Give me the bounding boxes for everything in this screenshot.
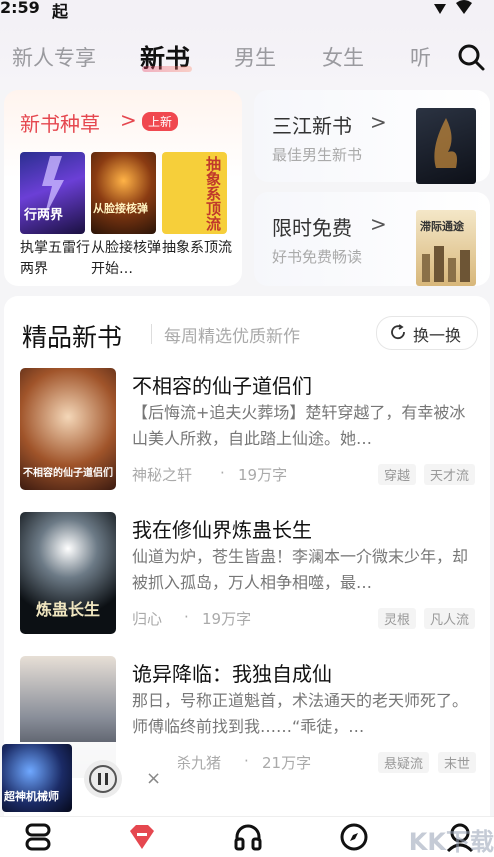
- book-word-count: 21万字: [262, 754, 312, 772]
- refresh-button[interactable]: 换一换: [376, 316, 478, 350]
- book-cover-text: 抽象系顶流: [204, 156, 222, 231]
- book-cover-text: 从脸接核弹: [93, 202, 148, 215]
- book-cover[interactable]: 抽象系顶流: [162, 152, 227, 234]
- book-caption: 抽象系顶流: [162, 240, 232, 256]
- book-caption: 从脸接核弹开始…: [91, 240, 161, 277]
- new-badge: 上新: [142, 112, 179, 131]
- pause-button[interactable]: [84, 760, 122, 798]
- chevron-right-icon: >: [120, 108, 137, 132]
- book-tag: 悬疑流: [378, 752, 430, 773]
- bookshelf-icon[interactable]: [22, 821, 54, 853]
- divider: [151, 324, 152, 344]
- headphones-icon[interactable]: [232, 821, 264, 853]
- section-title: 精品新书: [22, 323, 123, 352]
- book-cover: 滞际通途: [416, 210, 476, 286]
- book-cover-text: 不相容的仙子道侣们: [23, 468, 113, 479]
- tab-listen[interactable]: 听: [410, 42, 431, 72]
- mini-player[interactable]: 超神机械师 ×: [2, 742, 178, 814]
- signal-icon: [434, 0, 472, 14]
- featured-icon[interactable]: [126, 821, 158, 853]
- player-cover-text: 超神机械师: [4, 790, 59, 803]
- book-cover[interactable]: 从脸接核弹: [91, 152, 156, 234]
- refresh-label: 换一换: [413, 326, 462, 345]
- book-title: 诡异降临：我独自成仙: [132, 662, 332, 686]
- meta-dot: ·: [220, 464, 225, 482]
- city-icon: [422, 246, 470, 282]
- sanjiang-new-books-card[interactable]: 三江新书 > 最佳男生新书: [254, 90, 490, 184]
- limited-free-card[interactable]: 限时免费 > 好书免费畅读 滞际通途: [254, 192, 490, 286]
- book-tag: 凡人流: [424, 608, 476, 629]
- free-subtitle: 好书免费畅读: [272, 248, 363, 266]
- book-description: 仙道为炉，苍生皆蛊！李澜本一介微末少年，却被抓入孤岛，万人相争相噬，最…: [132, 547, 469, 592]
- book-word-count: 19万字: [202, 610, 252, 628]
- chevron-right-icon: >: [370, 110, 387, 134]
- player-cover[interactable]: 超神机械师: [2, 744, 72, 812]
- book-caption: 执掌五雷行两界: [20, 240, 90, 277]
- pause-icon: [89, 765, 117, 793]
- new-book-picks-title: 新书种草: [20, 112, 100, 136]
- flame-icon: [434, 118, 457, 168]
- tab-active-indicator: [142, 66, 192, 72]
- book-word-count: 19万字: [238, 466, 288, 484]
- book-tag: 天才流: [424, 464, 476, 485]
- tab-male[interactable]: 男生: [234, 42, 276, 72]
- book-cover: 炼蛊长生: [20, 512, 116, 634]
- book-description: 【后悔流+追夫火葬场】楚轩穿越了，有幸被冰山美人所救，自此踏上仙途。她…: [132, 403, 466, 448]
- featured-new-books-section: 精品新书 每周精选优质新作 换一换 不相容的仙子道侣们 不相容的仙子道侣们 【后…: [4, 296, 490, 816]
- compass-icon[interactable]: [338, 821, 370, 853]
- search-icon[interactable]: [456, 42, 486, 72]
- book-tag: 穿越: [378, 464, 417, 485]
- book-description: 那日，号称正道魁首，术法通天的老天师死了。师傅临终前找到我……“乖徒，…: [132, 691, 469, 736]
- tab-new-user[interactable]: 新人专享: [12, 42, 96, 72]
- book-title: 不相容的仙子道侣们: [132, 374, 312, 398]
- book-author: 杀九猪: [176, 754, 222, 772]
- close-icon[interactable]: ×: [146, 768, 161, 789]
- book-title: 我在修仙界炼蛊长生: [132, 518, 312, 542]
- free-title: 限时免费: [272, 216, 352, 240]
- list-item[interactable]: 不相容的仙子道侣们 不相容的仙子道侣们 【后悔流+追夫火葬场】楚轩穿越了，有幸被…: [4, 368, 490, 498]
- book-cover-text: 炼蛊长生: [35, 600, 100, 619]
- book-cover[interactable]: 行两界: [20, 152, 85, 234]
- refresh-icon: [391, 324, 405, 340]
- book-cover: 不相容的仙子道侣们: [20, 368, 116, 490]
- meta-dot: ·: [244, 752, 249, 770]
- sanjiang-title: 三江新书: [272, 114, 352, 138]
- tab-female[interactable]: 女生: [322, 42, 364, 72]
- book-author: 归心: [132, 610, 163, 628]
- meta-dot: ·: [184, 608, 189, 626]
- chevron-right-icon: >: [370, 212, 387, 236]
- book-cover-text: 行两界: [24, 208, 64, 223]
- book-cover: [416, 108, 476, 184]
- list-item[interactable]: 炼蛊长生 我在修仙界炼蛊长生 仙道为炉，苍生皆蛊！李澜本一介微末少年，却被抓入孤…: [4, 512, 490, 642]
- status-bar: 2:59 起: [0, 0, 494, 22]
- bottom-nav: KK下载: [0, 816, 494, 857]
- status-time: 2:59: [0, 0, 40, 17]
- section-subtitle: 每周精选优质新作: [164, 327, 300, 347]
- new-book-picks-card[interactable]: 新书种草 > 上新 行两界 从脸接核弹 抽象系顶流 执掌五雷行两界 从脸接核弹开…: [4, 90, 242, 286]
- category-tabs: 新人专享 新书 男生 女生 听: [0, 22, 494, 90]
- book-tag: 灵根: [378, 608, 417, 629]
- sanjiang-subtitle: 最佳男生新书: [272, 146, 363, 164]
- book-tag: 末世: [438, 752, 477, 773]
- status-app-icon: 起: [52, 2, 69, 21]
- book-author: 神秘之轩: [132, 466, 193, 484]
- watermark: KK下载: [408, 828, 494, 856]
